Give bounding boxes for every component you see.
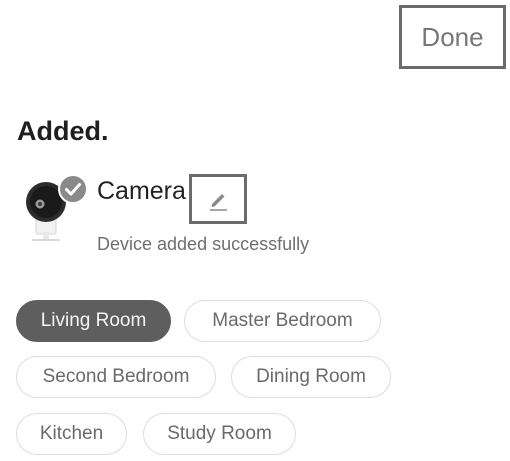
room-chip-kitchen[interactable]: Kitchen [16, 413, 127, 455]
room-chip-living-room[interactable]: Living Room [16, 300, 171, 342]
room-chip-study-room[interactable]: Study Room [143, 413, 296, 455]
room-chip-second-bedroom[interactable]: Second Bedroom [16, 356, 216, 398]
camera-icon [22, 174, 92, 246]
room-chip-dining-room[interactable]: Dining Room [231, 356, 391, 398]
check-icon [58, 174, 88, 204]
edit-name-button[interactable] [189, 174, 247, 224]
done-button[interactable]: Done [399, 5, 506, 69]
device-added-screen: Done Added. Camera Device added successf… [0, 0, 510, 461]
device-status-text: Device added successfully [97, 234, 310, 254]
pencil-icon [210, 194, 227, 211]
device-name: Camera [97, 177, 186, 205]
page-title: Added. [17, 116, 109, 146]
room-chip-master-bedroom[interactable]: Master Bedroom [184, 300, 381, 342]
